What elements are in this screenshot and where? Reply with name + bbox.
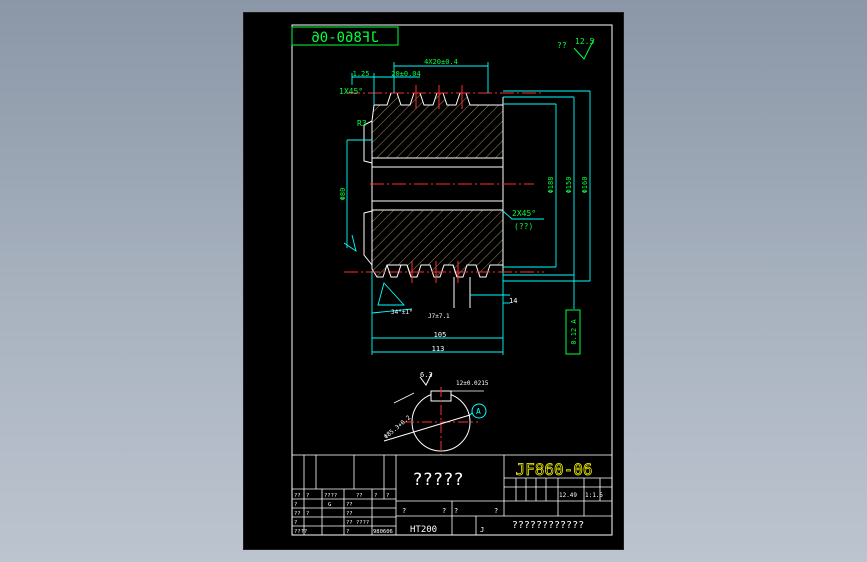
dim-depth: J7±7.1 (428, 313, 450, 320)
svg-text:?: ? (294, 502, 297, 508)
tolerance-value: 0.12 A (570, 319, 578, 345)
title-material: HT200 (410, 525, 437, 535)
svg-text:?: ? (294, 520, 297, 526)
radius-label: R3 (357, 119, 367, 128)
upper-hatched-body (371, 92, 504, 159)
mid-mark-4: ? (494, 507, 498, 515)
svg-text:??: ?? (294, 511, 301, 517)
header-code: JF860-06 (311, 30, 378, 46)
svg-text:??: ?? (356, 493, 363, 499)
svg-text:980606: 980606 (373, 529, 393, 535)
mid-mark-3: ? (454, 507, 458, 515)
mid-mark-2: ? (442, 507, 446, 515)
svg-text:??: ?? (346, 520, 353, 526)
dim-tooth-width: 20±0.04 (391, 70, 421, 78)
dim-bore: Φ80 (339, 188, 347, 201)
keyway-roughness: 6.3 (420, 371, 433, 379)
keyway-width: 12±0.0215 (456, 380, 489, 387)
chamfer-right-note: (??) (514, 222, 533, 231)
title-sheet-mark: J (480, 526, 484, 534)
dim-width-total: 113 (432, 345, 445, 353)
drawing-sheet: JF860-06 ?? 12.5 4X20±0.4 1.25 20±0.04 1… (243, 12, 624, 550)
svg-text:????: ???? (324, 493, 337, 499)
svg-text:?: ? (374, 493, 377, 499)
dim-top-width: 4X20±0.4 (424, 58, 458, 66)
dim-width-inner: 105 (434, 331, 447, 339)
title-company: ???????????? (512, 520, 584, 531)
svg-text:G: G (328, 502, 331, 508)
title-drawing-number: JF860-06 (515, 460, 592, 479)
svg-text:?: ? (386, 493, 389, 499)
svg-text:????: ???? (356, 520, 369, 526)
svg-text:??: ?? (294, 493, 301, 499)
title-scale-1: 12.49 (559, 492, 577, 499)
dim-angle: 34°±1° (391, 309, 413, 316)
datum-label: A (476, 407, 481, 416)
svg-text:?: ? (306, 511, 309, 517)
dim-chamfer-left: 1.25 (353, 70, 370, 78)
title-part-name: ????? (412, 470, 463, 490)
svg-text:??: ?? (346, 502, 353, 508)
svg-text:??: ?? (346, 511, 353, 517)
dim-d150: Φ150 (565, 177, 573, 194)
title-scale-2: 1:1.5 (585, 492, 603, 499)
chamfer-right: 2X45° (512, 209, 536, 218)
roughness-label: ?? (557, 41, 567, 50)
dim-d188: Φ188 (547, 177, 555, 194)
svg-text:????: ???? (294, 529, 307, 535)
dim-d160: Φ160 (581, 177, 589, 194)
chamfer-top: 1X45° (339, 87, 363, 96)
lower-hatched-body (371, 209, 504, 278)
drawing-canvas: JF860-06 ?? 12.5 4X20±0.4 1.25 20±0.04 1… (291, 24, 613, 536)
svg-text:?: ? (306, 493, 309, 499)
svg-text:?: ? (346, 529, 349, 535)
mid-mark-1: ? (402, 507, 406, 515)
dim-slot: 14 (509, 297, 517, 305)
frame-border (291, 24, 613, 536)
